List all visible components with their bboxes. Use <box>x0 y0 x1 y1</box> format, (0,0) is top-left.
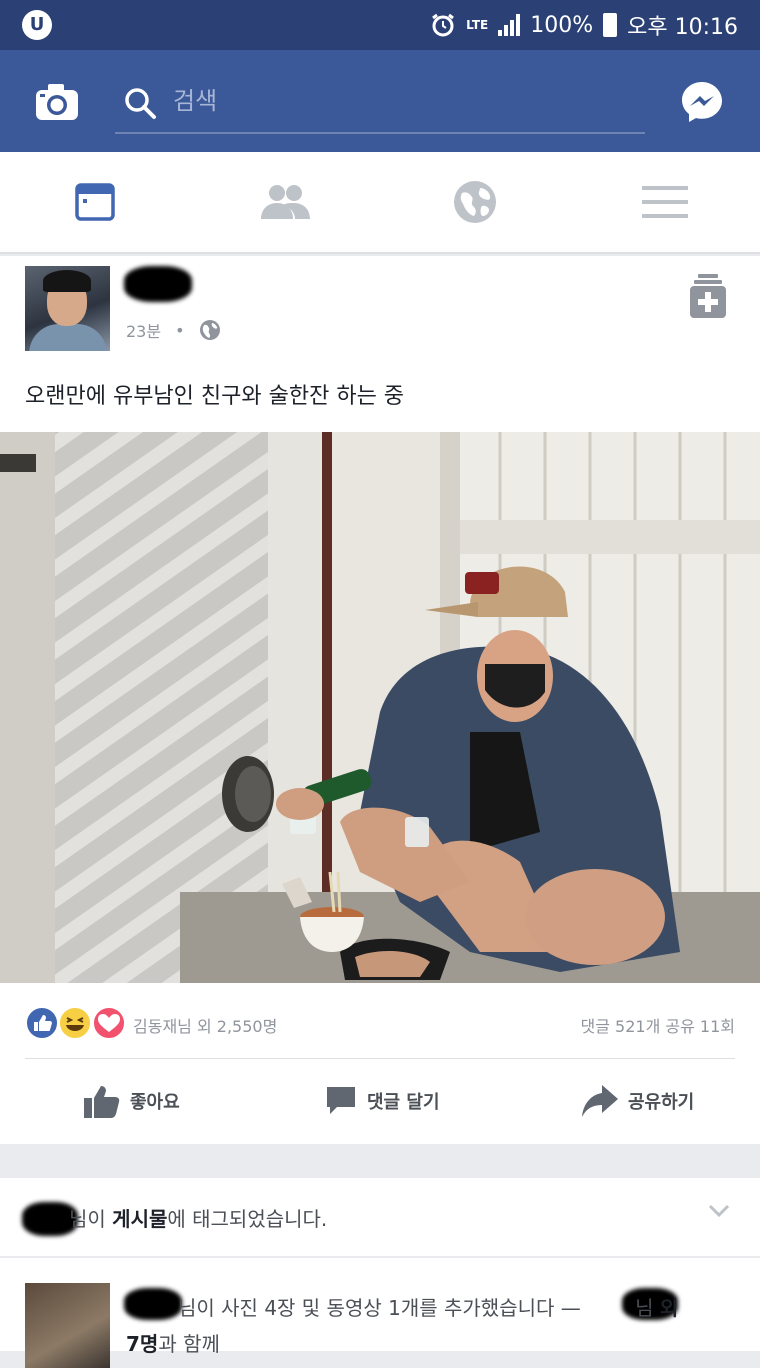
share-icon <box>582 1085 618 1117</box>
top-header <box>0 50 760 152</box>
like-button[interactable]: 좋아요 <box>84 1076 180 1126</box>
battery-icon <box>603 13 618 37</box>
post-meta: 23분 • <box>126 318 221 342</box>
post-photo[interactable] <box>0 432 760 983</box>
tab-menu[interactable] <box>570 152 760 252</box>
post-time[interactable]: 23분 <box>126 318 161 342</box>
tab-notifications[interactable] <box>380 152 570 252</box>
comment-icon <box>327 1087 355 1114</box>
redacted-name <box>124 266 192 302</box>
search-icon <box>125 88 156 119</box>
avatar[interactable] <box>25 266 110 351</box>
post2-header-line2: 7명과 함께 <box>126 1332 220 1356</box>
share-label: 공유하기 <box>628 1092 695 1113</box>
haha-reaction-icon <box>58 1006 92 1040</box>
reaction-icons <box>25 1006 126 1040</box>
carrier-logo-icon: U <box>22 10 52 40</box>
battery-percent: 100% <box>530 12 594 38</box>
camera-icon[interactable] <box>34 82 80 122</box>
clock: 오후 10:16 <box>627 15 738 40</box>
feed-post-2: 님이 사진 4장 및 동영상 1개를 추가했습니다 — 님 외 7명과 함께 <box>0 1258 760 1368</box>
globe-icon <box>454 181 496 223</box>
post-link[interactable]: 게시물 <box>112 1207 167 1231</box>
search-input[interactable] <box>171 82 625 120</box>
save-post-icon[interactable] <box>688 274 728 320</box>
network-type: LTE <box>466 18 489 32</box>
avatar[interactable] <box>25 1283 110 1368</box>
menu-icon <box>642 186 688 218</box>
messenger-icon[interactable] <box>680 80 724 124</box>
reaction-summary[interactable]: 김동재님 외 2,550명 댓글 521개 공유 11회 <box>25 1006 735 1040</box>
public-globe-icon <box>199 320 220 340</box>
post-text: 오랜만에 유부남인 친구와 술한잔 하는 중 <box>25 384 405 409</box>
friends-icon <box>261 185 310 219</box>
post2-header-line1: 님이 사진 4장 및 동영상 1개를 추가했습니다 — 님 외 <box>178 1296 679 1320</box>
comment-label: 댓글 달기 <box>367 1092 440 1113</box>
tab-friends[interactable] <box>190 152 380 252</box>
chevron-down-icon[interactable] <box>708 1204 730 1218</box>
alarm-icon <box>432 13 455 37</box>
nav-tabs <box>0 152 760 254</box>
tag-notification[interactable]: 님이 게시물에 태그되었습니다. <box>0 1178 760 1256</box>
feed-icon <box>75 183 115 221</box>
signal-icon <box>498 14 521 36</box>
liked-by-text[interactable]: 김동재님 외 2,550명 <box>133 1013 277 1037</box>
comments-shares-count[interactable]: 댓글 521개 공유 11회 <box>581 1013 735 1037</box>
tag-notification-text: 님이 게시물에 태그되었습니다. <box>69 1207 328 1231</box>
meta-dot: • <box>175 320 185 340</box>
tab-news-feed[interactable] <box>0 152 190 252</box>
thumbs-up-icon <box>84 1086 120 1118</box>
feed-post: 23분 • 오랜만에 유부남인 친구와 술한잔 하는 중 김동재님 외 2,55… <box>0 256 760 1144</box>
comment-button[interactable]: 댓글 달기 <box>325 1076 440 1126</box>
status-bar: U LTE 100% 오후 10:16 <box>0 0 760 50</box>
like-reaction-icon <box>25 1006 59 1040</box>
divider <box>25 1058 735 1059</box>
post-actions: 좋아요 댓글 달기 공유하기 <box>0 1076 760 1126</box>
like-label: 좋아요 <box>130 1092 180 1113</box>
share-button[interactable]: 공유하기 <box>582 1076 694 1126</box>
search-box <box>115 72 645 134</box>
status-icons: LTE 100% 오후 10:16 <box>430 10 738 40</box>
love-reaction-icon <box>92 1006 126 1040</box>
